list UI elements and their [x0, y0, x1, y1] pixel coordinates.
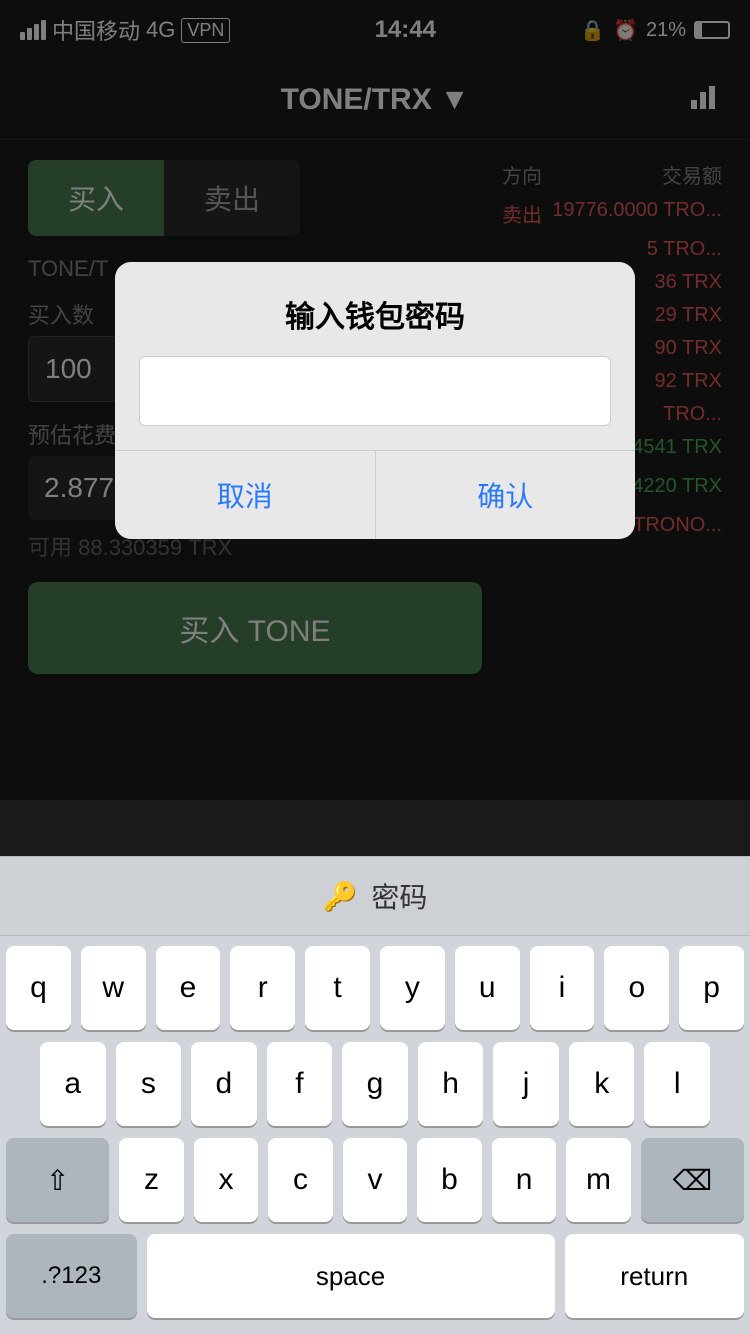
key-r[interactable]: r	[230, 946, 295, 1030]
key-w[interactable]: w	[81, 946, 146, 1030]
key-z[interactable]: z	[119, 1138, 184, 1222]
key-row-3: ⇧ z x c v b n m ⌫	[6, 1138, 744, 1222]
numbers-key[interactable]: .?123	[6, 1234, 137, 1318]
key-i[interactable]: i	[530, 946, 595, 1030]
dialog-title: 输入钱包密码	[115, 262, 635, 356]
key-m[interactable]: m	[566, 1138, 631, 1222]
key-p[interactable]: p	[679, 946, 744, 1030]
key-e[interactable]: e	[156, 946, 221, 1030]
key-f[interactable]: f	[267, 1042, 333, 1126]
key-a[interactable]: a	[40, 1042, 106, 1126]
key-q[interactable]: q	[6, 946, 71, 1030]
key-n[interactable]: n	[492, 1138, 557, 1222]
key-c[interactable]: c	[268, 1138, 333, 1222]
key-k[interactable]: k	[569, 1042, 635, 1126]
key-row-1: q w e r t y u i o p	[6, 946, 744, 1030]
key-s[interactable]: s	[116, 1042, 182, 1126]
key-l[interactable]: l	[644, 1042, 710, 1126]
dialog-input-wrap	[115, 356, 635, 450]
key-v[interactable]: v	[343, 1138, 408, 1222]
keyboard-accessory: 🔑 密码	[0, 856, 750, 936]
space-key[interactable]: space	[147, 1234, 555, 1318]
key-row-4: .?123 space return	[6, 1234, 744, 1318]
keyboard-area: 🔑 密码 q w e r t y u i o p a s d f g h j k…	[0, 856, 750, 1334]
keyboard-accessory-label: 密码	[371, 876, 427, 916]
dialog-buttons: 取消 确认	[115, 450, 635, 539]
key-u[interactable]: u	[455, 946, 520, 1030]
key-d[interactable]: d	[191, 1042, 257, 1126]
password-input[interactable]	[139, 356, 611, 426]
delete-key[interactable]: ⌫	[641, 1138, 744, 1222]
key-b[interactable]: b	[417, 1138, 482, 1222]
modal-overlay: 输入钱包密码 取消 确认	[0, 0, 750, 800]
keyboard-rows: q w e r t y u i o p a s d f g h j k l ⇧ …	[0, 936, 750, 1334]
key-j[interactable]: j	[493, 1042, 559, 1126]
key-t[interactable]: t	[305, 946, 370, 1030]
key-row-2: a s d f g h j k l	[6, 1042, 744, 1126]
confirm-button[interactable]: 确认	[376, 451, 636, 539]
key-icon: 🔑	[323, 880, 358, 913]
shift-key[interactable]: ⇧	[6, 1138, 109, 1222]
key-h[interactable]: h	[418, 1042, 484, 1126]
key-y[interactable]: y	[380, 946, 445, 1030]
password-dialog: 输入钱包密码 取消 确认	[115, 262, 635, 539]
key-g[interactable]: g	[342, 1042, 408, 1126]
return-key[interactable]: return	[565, 1234, 745, 1318]
key-o[interactable]: o	[604, 946, 669, 1030]
key-x[interactable]: x	[194, 1138, 259, 1222]
cancel-button[interactable]: 取消	[115, 451, 375, 539]
